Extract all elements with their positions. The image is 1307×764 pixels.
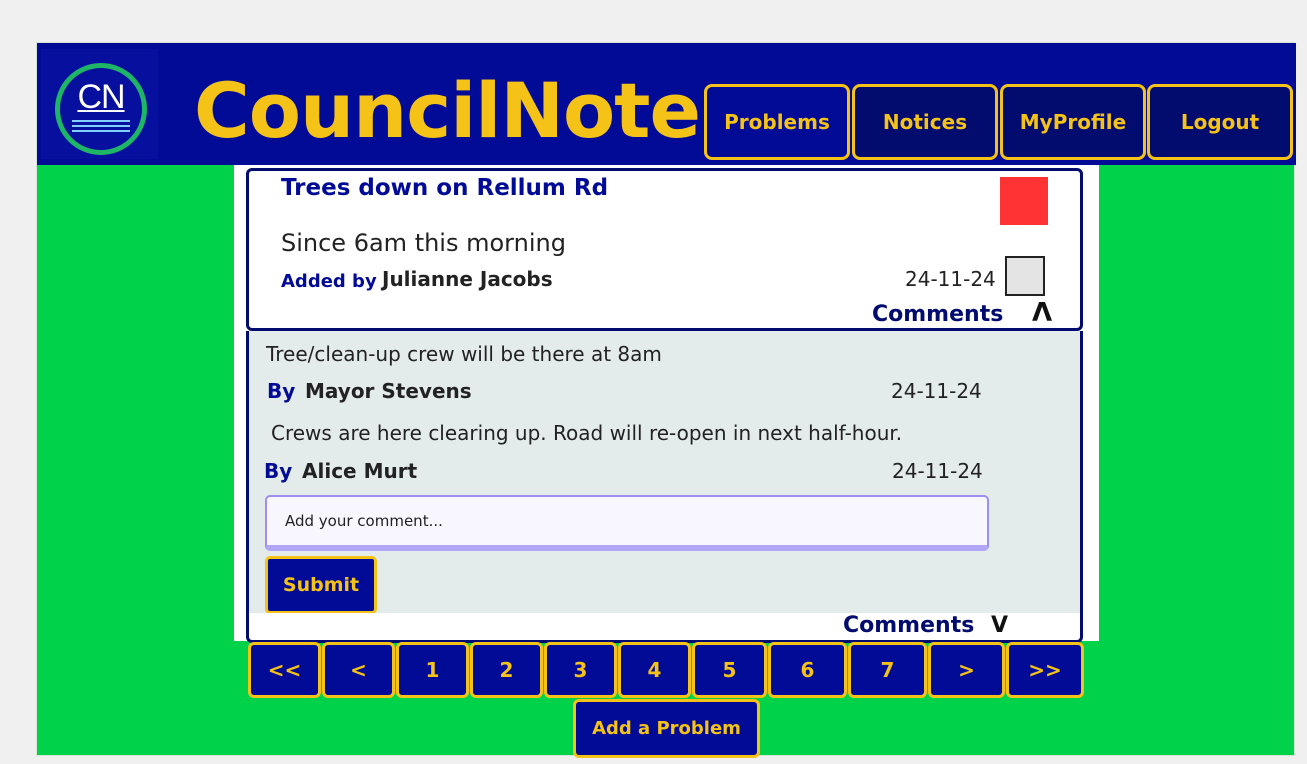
problem-description: Since 6am this morning — [281, 229, 566, 257]
chevron-up-icon[interactable]: Λ — [1032, 298, 1052, 328]
comment-date: 24-11-24 — [892, 459, 983, 483]
problem-date: 24-11-24 — [905, 267, 996, 291]
header-bar: CN CouncilNote Problems Notices MyProfil… — [37, 43, 1296, 165]
comment-by-label: By — [267, 379, 296, 403]
comment-author: Alice Murt — [302, 459, 418, 483]
comment-input[interactable] — [265, 495, 989, 551]
page-2-button[interactable]: 2 — [470, 642, 543, 698]
nav-problems-button[interactable]: Problems — [704, 84, 850, 160]
nav-myprofile-button[interactable]: MyProfile — [1000, 84, 1146, 160]
added-by-label: Added by — [281, 271, 377, 292]
page-3-button[interactable]: 3 — [544, 642, 617, 698]
problem-card: Trees down on Rellum Rd Since 6am this m… — [246, 168, 1083, 331]
nav-logout-button[interactable]: Logout — [1147, 84, 1293, 160]
status-indicator — [1000, 177, 1048, 225]
problems-panel: Trees down on Rellum Rd Since 6am this m… — [234, 165, 1099, 643]
page-4-button[interactable]: 4 — [618, 642, 691, 698]
resolved-checkbox[interactable] — [1005, 256, 1045, 296]
comments-toggle[interactable]: Comments — [872, 302, 1003, 327]
page-7-button[interactable]: 7 — [848, 642, 927, 698]
add-problem-button[interactable]: Add a Problem — [573, 699, 760, 758]
comment-text: Crews are here clearing up. Road will re… — [271, 421, 903, 445]
comment-by-label: By — [264, 459, 293, 483]
page-5-button[interactable]: 5 — [692, 642, 767, 698]
logo[interactable]: CN — [41, 49, 158, 159]
comments-section: Tree/clean-up crew will be there at 8am … — [246, 331, 1083, 614]
submit-button[interactable]: Submit — [265, 556, 377, 614]
comment-date: 24-11-24 — [891, 379, 982, 403]
app-container: CN CouncilNote Problems Notices MyProfil… — [36, 42, 1296, 758]
added-by-name: Julianne Jacobs — [382, 267, 553, 291]
next-problem-card: Comments V — [246, 613, 1083, 643]
app-title: CouncilNote — [194, 66, 701, 155]
nav-notices-button[interactable]: Notices — [852, 84, 998, 160]
page-last-button[interactable]: >> — [1006, 642, 1084, 698]
comments-toggle[interactable]: Comments — [843, 613, 974, 638]
page-prev-button[interactable]: < — [322, 642, 395, 698]
logo-waves-icon — [72, 120, 130, 135]
logo-text: CN — [77, 78, 125, 116]
page-first-button[interactable]: << — [248, 642, 321, 698]
page-next-button[interactable]: > — [928, 642, 1005, 698]
chevron-down-icon[interactable]: V — [991, 613, 1008, 638]
page-6-button[interactable]: 6 — [768, 642, 847, 698]
page-1-button[interactable]: 1 — [396, 642, 469, 698]
comment-text: Tree/clean-up crew will be there at 8am — [266, 342, 662, 366]
logo-circle-icon: CN — [55, 63, 147, 155]
problem-title: Trees down on Rellum Rd — [281, 175, 609, 201]
comment-author: Mayor Stevens — [305, 379, 472, 403]
